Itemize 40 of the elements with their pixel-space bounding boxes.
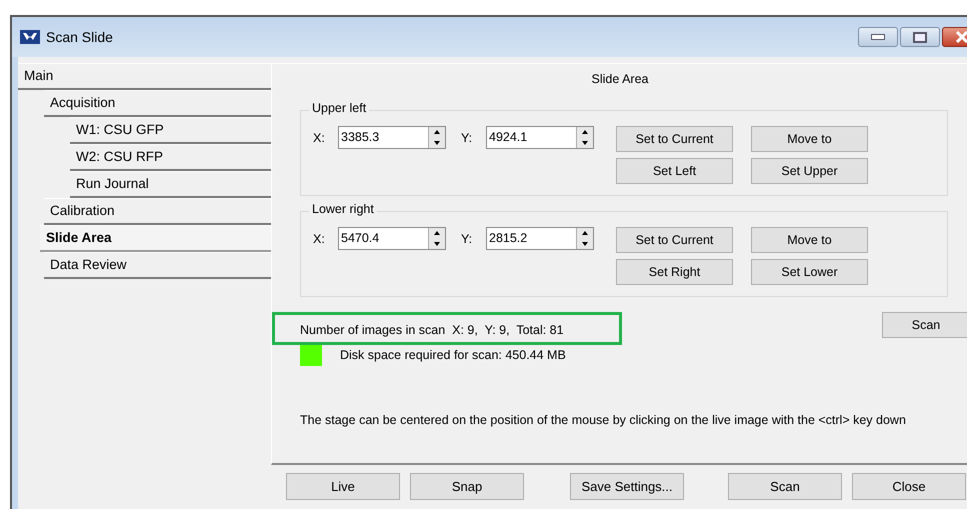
group-title: Upper left: [309, 101, 370, 115]
number-field[interactable]: 5470.4: [338, 227, 446, 250]
maximize-icon: [913, 32, 927, 42]
action-button[interactable]: Set Lower: [751, 259, 868, 285]
number-field[interactable]: 2815.2: [486, 227, 594, 250]
footer-button[interactable]: Close: [852, 473, 966, 500]
field-label: X:: [313, 131, 326, 145]
number-field[interactable]: 3385.3: [338, 126, 446, 149]
window-title: Scan Slide: [46, 29, 113, 45]
close-icon: [955, 31, 967, 43]
hint-text: The stage can be centered on the position of the mouse by clicking on the live image with the <ctrl> key down: [300, 413, 907, 427]
action-button[interactable]: Set Upper: [751, 158, 868, 184]
disk-space-text: Disk space required for scan: 450.44 MB: [340, 348, 566, 362]
image-count-text: Number of images in scan X: 9, Y: 9, Total: 81: [300, 323, 564, 337]
action-button[interactable]: Set Right: [616, 259, 733, 285]
maximize-button[interactable]: [900, 27, 940, 47]
spinner-icon[interactable]: [428, 127, 445, 148]
field-label: Y:: [461, 232, 474, 246]
action-button[interactable]: Set Left: [616, 158, 733, 184]
scan-button[interactable]: Scan: [882, 312, 967, 338]
number-field[interactable]: 4924.1: [486, 126, 594, 149]
action-button[interactable]: Set to Current: [616, 227, 733, 253]
spinner-icon[interactable]: [576, 127, 593, 148]
footer-button[interactable]: Live: [286, 473, 400, 500]
spinner-icon[interactable]: [576, 228, 593, 249]
action-button[interactable]: Move to: [751, 227, 868, 253]
field-label: Y:: [461, 131, 474, 145]
group-title: Lower right: [309, 202, 377, 216]
minimize-icon: [871, 34, 885, 40]
action-button[interactable]: Move to: [751, 126, 868, 152]
nav-tab[interactable]: Slide Area: [40, 226, 271, 252]
footer-button[interactable]: Snap: [410, 473, 524, 500]
spinner-icon[interactable]: [428, 228, 445, 249]
app-logo-icon: [20, 30, 40, 44]
footer-button[interactable]: Scan: [728, 473, 842, 500]
footer-button[interactable]: Save Settings...: [570, 473, 684, 500]
field-label: X:: [313, 232, 326, 246]
panel-title: Slide Area: [590, 72, 650, 88]
minimize-button[interactable]: [858, 27, 898, 47]
action-button[interactable]: Set to Current: [616, 126, 733, 152]
